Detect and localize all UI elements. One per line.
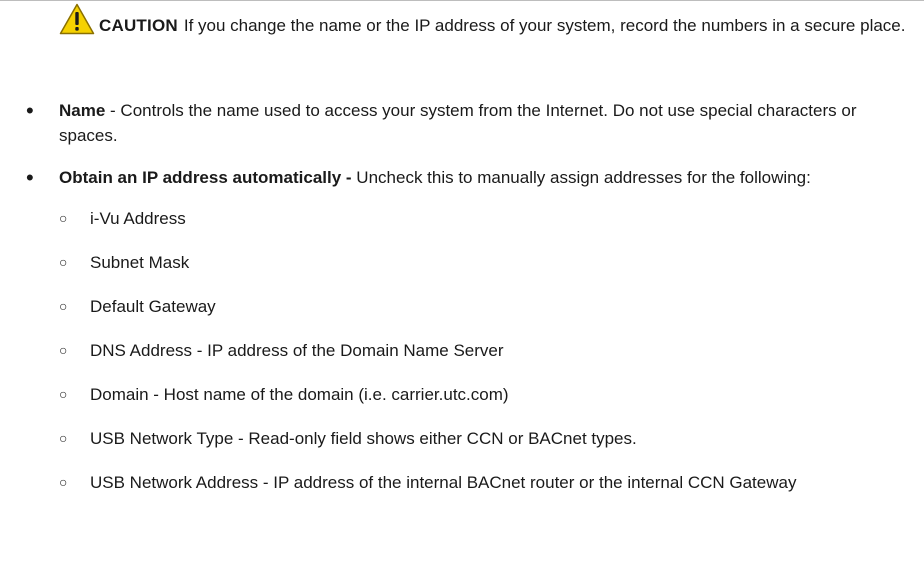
sub-item-dns-address: DNS Address - IP address of the Domain N…	[59, 338, 909, 363]
address-field-list: i-Vu Address Subnet Mask Default Gateway…	[59, 206, 909, 495]
sub-item-default-gateway: Default Gateway	[59, 294, 909, 319]
sub-item-usb-network-type: USB Network Type - Read-only field shows…	[59, 426, 909, 451]
field-list: Name - Controls the name used to access …	[26, 98, 909, 514]
list-item-name: Name - Controls the name used to access …	[26, 98, 909, 148]
caution-text: If you change the name or the IP address…	[183, 16, 906, 35]
top-divider	[0, 0, 924, 1]
caution-note: CAUTION If you change the name or the IP …	[59, 3, 909, 38]
sub-item-usb-network-address: USB Network Address - IP address of the …	[59, 470, 909, 495]
sub-item-subnet-mask: Subnet Mask	[59, 250, 909, 275]
description-name: Controls the name used to access your sy…	[59, 101, 857, 145]
description-obtain-ip: Uncheck this to manually assign addresse…	[356, 168, 811, 187]
sub-item-ivu-address: i-Vu Address	[59, 206, 909, 231]
term-obtain-ip: Obtain an IP address automatically -	[59, 168, 352, 187]
sub-item-domain: Domain - Host name of the domain (i.e. c…	[59, 382, 909, 407]
list-item-obtain-ip: Obtain an IP address automatically - Unc…	[26, 165, 909, 495]
caution-label: CAUTION	[99, 16, 178, 35]
warning-triangle-icon	[59, 3, 95, 35]
term-name: Name	[59, 101, 106, 120]
